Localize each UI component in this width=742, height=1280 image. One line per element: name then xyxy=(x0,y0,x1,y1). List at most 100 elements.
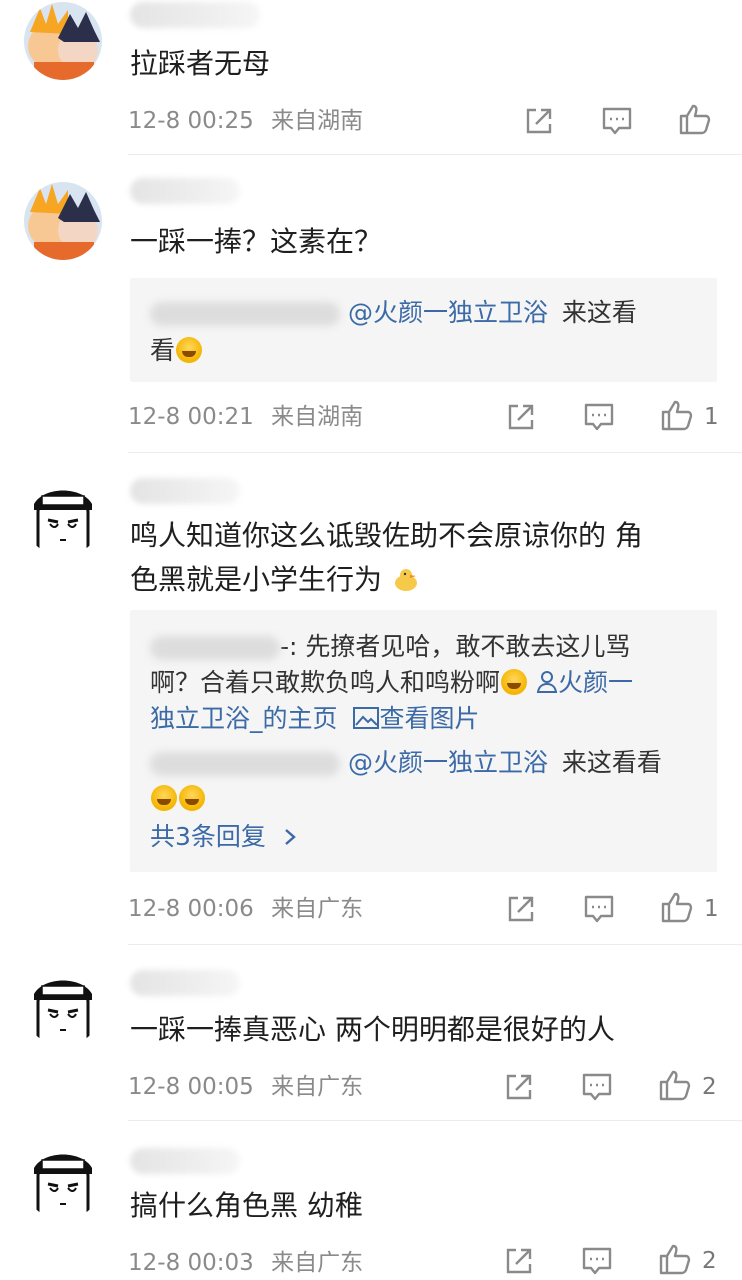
like-icon xyxy=(661,400,693,431)
comment-button[interactable] xyxy=(580,1244,614,1278)
comment-meta: 12-8 00:03 来自广东 xyxy=(128,1248,363,1278)
like-button[interactable] xyxy=(660,398,694,432)
comment-location: 来自湖南 xyxy=(271,404,364,430)
like-button[interactable] xyxy=(678,102,712,136)
reply-text: 来这看 xyxy=(561,298,637,327)
reply-user-blurred xyxy=(150,636,280,660)
share-icon xyxy=(508,404,534,430)
comment-text: 一踩一捧？这素在？ xyxy=(130,225,383,258)
more-replies-link[interactable]: 共3条回复 xyxy=(150,818,298,856)
share-icon xyxy=(506,1248,532,1274)
like-icon xyxy=(661,892,693,923)
user-profile-link[interactable]: 独立卫浴_的主页 xyxy=(150,704,338,733)
avatar[interactable] xyxy=(24,2,102,80)
username-blurred[interactable] xyxy=(130,970,240,996)
comment-time: 12-8 00:21 xyxy=(128,404,254,430)
chevron-right-icon xyxy=(285,829,296,845)
like-count: 1 xyxy=(704,404,719,430)
reply-line: 看 xyxy=(150,332,203,370)
laugh-emoji-icon xyxy=(501,669,528,695)
username-blurred[interactable] xyxy=(130,1148,240,1174)
divider xyxy=(128,154,742,155)
image-icon xyxy=(353,707,380,729)
comment-item: 搞什么角色黑 幼稚 12-8 00:03 来自广东 2 xyxy=(0,1140,742,1280)
like-button[interactable] xyxy=(658,1068,692,1102)
divider xyxy=(128,944,742,945)
avatar[interactable] xyxy=(24,968,102,1046)
reply-line: @火颜一独立卫浴 来这看看 xyxy=(150,744,662,782)
like-count: 1 xyxy=(704,896,719,922)
divider xyxy=(128,1120,742,1121)
comment-button[interactable] xyxy=(600,104,634,138)
like-button[interactable] xyxy=(658,1242,692,1276)
comment-icon xyxy=(582,1247,612,1275)
share-button[interactable] xyxy=(504,892,538,926)
comment-icon xyxy=(584,895,614,923)
comment-time: 12-8 00:05 xyxy=(128,1074,254,1100)
comment-time: 12-8 00:03 xyxy=(128,1250,254,1276)
reply-text: -: 先撩者见哈，敢不敢去这儿骂 xyxy=(280,632,631,661)
share-icon xyxy=(508,896,534,922)
comment-icon xyxy=(584,403,614,431)
comment-location: 来自广东 xyxy=(271,1074,364,1100)
reply-text: 来这看看 xyxy=(561,748,662,777)
reply-user-blurred xyxy=(150,302,340,326)
reply-line: 独立卫浴_的主页 查看图片 xyxy=(150,700,479,738)
laugh-emoji-icon xyxy=(176,337,203,363)
comment-location: 来自广东 xyxy=(271,896,364,922)
avatar[interactable] xyxy=(24,1142,102,1220)
mention-link[interactable]: @火颜一独立卫浴 xyxy=(348,298,548,327)
comment-item: 鸣人知道你这么诋毁佐助不会原谅你的 角 色黑就是小学生行为 -: 先撩者见哈，敢… xyxy=(0,470,742,945)
reply-text: 看 xyxy=(150,336,176,365)
like-button[interactable] xyxy=(660,890,694,924)
laugh-emoji-icon xyxy=(151,785,177,811)
like-count: 2 xyxy=(702,1248,717,1274)
comment-item: 拉踩者无母 12-8 00:25 来自湖南 xyxy=(0,0,742,155)
comment-item: 一踩一捧？这素在？ @火颜一独立卫浴 来这看 看 12-8 00:21 来自湖南… xyxy=(0,170,742,453)
reply-user-blurred xyxy=(150,752,340,776)
share-icon xyxy=(506,1074,532,1100)
comment-meta: 12-8 00:06 来自广东 xyxy=(128,894,363,924)
reply-line: @火颜一独立卫浴 来这看 xyxy=(150,294,637,332)
reply-line xyxy=(150,780,206,818)
username-blurred[interactable] xyxy=(130,478,240,504)
comment-icon xyxy=(582,1073,612,1101)
comment-icon xyxy=(602,107,632,135)
comment-meta: 12-8 00:21 来自湖南 xyxy=(128,402,363,432)
view-image-link[interactable]: 查看图片 xyxy=(353,704,479,733)
comment-time: 12-8 00:25 xyxy=(128,108,254,134)
reply-preview[interactable]: -: 先撩者见哈，敢不敢去这儿骂 啊？合着只敢欺负鸣人和鸣粉啊 火颜一 独立卫浴… xyxy=(130,610,717,872)
reply-preview[interactable]: @火颜一独立卫浴 来这看 看 xyxy=(130,278,717,382)
share-icon xyxy=(526,108,552,134)
comment-time: 12-8 00:06 xyxy=(128,896,254,922)
reply-line: 啊？合着只敢欺负鸣人和鸣粉啊 火颜一 xyxy=(150,664,633,702)
comment-button[interactable] xyxy=(582,400,616,434)
user-icon xyxy=(536,671,558,693)
like-icon xyxy=(659,1244,691,1275)
reply-line: -: 先撩者见哈，敢不敢去这儿骂 xyxy=(150,628,630,666)
share-button[interactable] xyxy=(522,104,556,138)
avatar[interactable] xyxy=(24,182,102,260)
divider xyxy=(128,452,742,453)
share-button[interactable] xyxy=(504,400,538,434)
comment-meta: 12-8 00:05 来自广东 xyxy=(128,1072,363,1102)
share-button[interactable] xyxy=(502,1244,536,1278)
avatar[interactable] xyxy=(24,478,102,556)
mention-link[interactable]: @火颜一独立卫浴 xyxy=(348,748,548,777)
like-count: 2 xyxy=(702,1074,717,1100)
username-blurred[interactable] xyxy=(130,178,240,204)
share-button[interactable] xyxy=(502,1070,536,1104)
comment-text: 鸣人知道你这么诋毁佐助不会原谅你的 角 xyxy=(130,519,643,552)
comment-text: 搞什么角色黑 幼稚 xyxy=(130,1189,363,1222)
laugh-emoji-icon xyxy=(179,785,205,811)
comment-item: 一踩一捧真恶心 两个明明都是很好的人 12-8 00:05 来自广东 2 xyxy=(0,960,742,1121)
comment-button[interactable] xyxy=(582,892,616,926)
comment-text: 色黑就是小学生行为 xyxy=(130,558,421,602)
comment-location: 来自湖南 xyxy=(271,108,364,134)
like-icon xyxy=(679,104,711,135)
comment-button[interactable] xyxy=(580,1070,614,1104)
user-profile-link[interactable]: 火颜一 xyxy=(536,668,633,697)
comment-text: 一踩一捧真恶心 两个明明都是很好的人 xyxy=(130,1013,615,1046)
comment-meta: 12-8 00:25 来自湖南 xyxy=(128,106,363,136)
username-blurred[interactable] xyxy=(130,2,260,28)
